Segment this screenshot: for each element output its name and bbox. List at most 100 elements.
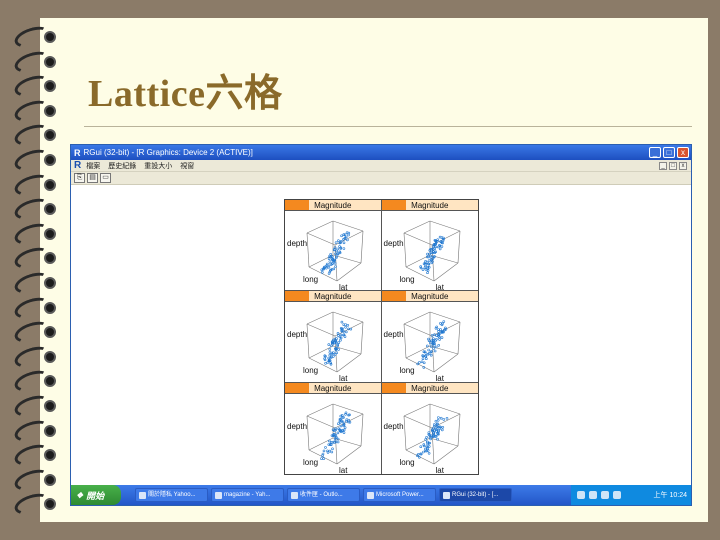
- data-point: [427, 451, 430, 455]
- box-edge: [306, 403, 334, 416]
- data-point: [320, 268, 324, 272]
- data-point: [338, 336, 342, 339]
- data-point: [347, 418, 351, 422]
- data-point: [344, 323, 347, 327]
- data-point: [440, 425, 444, 429]
- box-edge: [306, 415, 310, 450]
- data-point: [424, 352, 427, 356]
- data-point: [320, 456, 323, 460]
- data-point: [321, 453, 324, 457]
- print-icon[interactable]: ▤: [87, 173, 98, 183]
- menu-item-windows[interactable]: 視窗: [180, 161, 194, 171]
- window-icon[interactable]: ▭: [100, 173, 111, 183]
- maximize-button[interactable]: □: [663, 147, 675, 158]
- box-edge: [334, 230, 364, 246]
- binding-ring-icon: [12, 96, 56, 126]
- taskbar-task[interactable]: 關於隱私 Yahoo...: [135, 488, 208, 502]
- mdi-controls: _ □ x: [659, 161, 691, 170]
- close-button[interactable]: x: [677, 147, 689, 158]
- axis-label-lat: lat: [435, 374, 444, 383]
- tray-icon[interactable]: [601, 491, 609, 499]
- tray-icon[interactable]: [589, 491, 597, 499]
- axis-label-depth: depth: [383, 239, 404, 248]
- data-point: [327, 439, 331, 442]
- data-point: [343, 425, 347, 429]
- axis-label-depth: depth: [287, 239, 308, 248]
- box-edge: [457, 230, 460, 264]
- slide-title: Lattice六格: [88, 73, 283, 115]
- data-point: [333, 353, 337, 357]
- strip-label: Magnitude: [285, 382, 381, 394]
- data-point: [436, 344, 440, 347]
- data-point: [420, 360, 423, 364]
- data-point: [345, 231, 349, 235]
- taskbar: ❖ 開始 關於隱私 Yahoo... magazine - Yah... 收件匣 -…: [71, 485, 691, 505]
- data-point: [441, 239, 444, 243]
- data-point: [336, 440, 340, 443]
- box-edge: [429, 403, 460, 414]
- data-point: [329, 440, 333, 444]
- data-point: [434, 346, 438, 349]
- box-edge: [457, 413, 460, 446]
- data-point: [323, 357, 326, 361]
- data-point: [425, 255, 429, 259]
- box-edge: [306, 312, 334, 325]
- binding-ring-icon: [12, 145, 56, 175]
- data-point: [438, 328, 442, 332]
- data-point: [424, 355, 427, 359]
- binding-ring-icon: [12, 367, 56, 396]
- minimize-button[interactable]: _: [649, 147, 661, 158]
- data-point: [419, 266, 422, 270]
- data-point: [327, 343, 331, 347]
- mdi-restore-button[interactable]: □: [669, 161, 677, 170]
- data-point: [427, 259, 430, 262]
- data-point: [329, 263, 333, 266]
- data-point: [334, 427, 337, 430]
- menu-item-resize[interactable]: 重設大小: [144, 161, 172, 171]
- data-point: [347, 327, 350, 331]
- data-point: [333, 261, 337, 265]
- data-point: [328, 348, 332, 352]
- box-edge: [306, 232, 310, 268]
- copy-icon[interactable]: ⎘: [74, 173, 85, 183]
- data-point: [340, 321, 344, 324]
- cloud-3d-box: [306, 220, 364, 282]
- start-button[interactable]: ❖ 開始: [71, 485, 121, 505]
- data-point: [346, 238, 349, 242]
- taskbar-task[interactable]: RGui (32-bit) - [...: [439, 488, 512, 502]
- data-point: [417, 455, 421, 459]
- taskbar-task[interactable]: magazine - Yah...: [211, 488, 284, 502]
- data-point: [337, 341, 341, 345]
- mdi-close-button[interactable]: x: [679, 161, 687, 170]
- data-point: [425, 440, 429, 443]
- mdi-minimize-button[interactable]: _: [659, 161, 667, 170]
- cloud-3d-box: [403, 312, 460, 373]
- data-point: [423, 437, 427, 441]
- menu-item-file[interactable]: 檔案: [86, 161, 100, 171]
- task-label: 收件匣 - Outlo...: [300, 492, 343, 498]
- box-edge: [360, 322, 364, 355]
- taskbar-task[interactable]: Microsoft Power...: [363, 488, 436, 502]
- tray-icon[interactable]: [577, 491, 585, 499]
- binding-ring-icon: [12, 490, 56, 519]
- r-app-icon: R: [74, 147, 81, 158]
- cloud-plot: depth long lat: [382, 211, 478, 292]
- data-point: [328, 449, 332, 453]
- data-point: [434, 434, 438, 438]
- menu-item-history[interactable]: 歷史紀錄: [108, 161, 136, 171]
- window-titlebar[interactable]: R RGui (32-bit) - [R Graphics: Device 2 …: [71, 145, 691, 160]
- data-point: [432, 422, 436, 426]
- data-point: [332, 351, 335, 355]
- taskbar-task[interactable]: 收件匣 - Outlo...: [287, 488, 360, 502]
- data-point: [418, 452, 422, 455]
- data-point: [431, 337, 435, 341]
- task-label: RGui (32-bit) - [...: [452, 492, 499, 498]
- data-point: [430, 334, 433, 338]
- box-edge: [360, 230, 364, 264]
- task-label: 關於隱私 Yahoo...: [148, 492, 196, 498]
- box-edge: [306, 324, 310, 359]
- binding-ring-icon: [12, 416, 56, 446]
- axis-label-lat: lat: [435, 283, 444, 292]
- tray-icon[interactable]: [613, 491, 621, 499]
- binding-ring-icon: [12, 342, 56, 372]
